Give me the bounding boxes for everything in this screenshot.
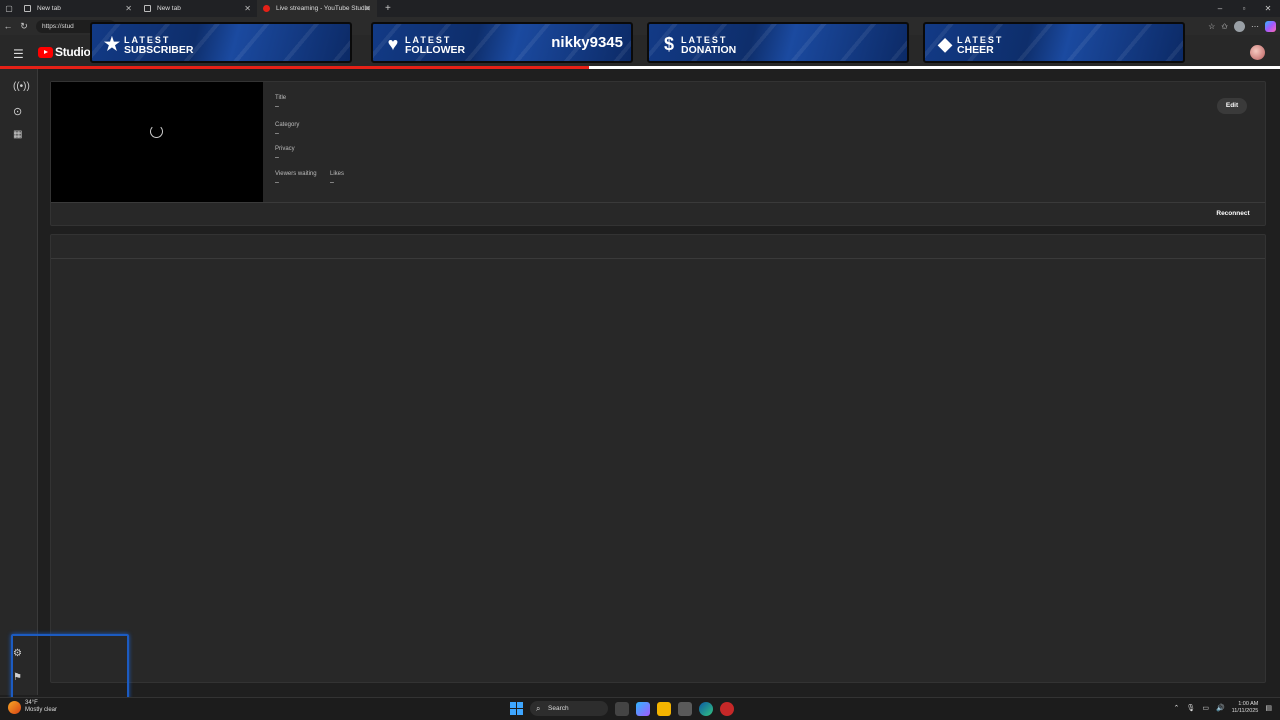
edit-button[interactable]: Edit <box>1217 98 1247 114</box>
heart-icon: ♥ <box>387 33 399 54</box>
viewers-waiting-label: Viewers waiting <box>275 171 317 177</box>
copilot-app-icon[interactable] <box>636 701 650 716</box>
tab-new-tab-2[interactable]: New tab ✕ <box>138 0 257 17</box>
tab-live-streaming[interactable]: Live streaming - YouTube Studio ✕ <box>257 0 377 17</box>
close-tab-icon[interactable]: ✕ <box>364 4 371 13</box>
likes-value: – <box>330 179 334 186</box>
account-avatar[interactable] <box>1250 45 1265 60</box>
weather-widget[interactable]: 34°F Mostly clear <box>8 700 57 714</box>
maximize-button[interactable]: ▫ <box>1232 4 1256 13</box>
live-chat-panel <box>50 234 1266 683</box>
likes-label: Likes <box>330 171 345 177</box>
notifications-icon[interactable]: ▤ <box>1265 704 1272 712</box>
weather-icon <box>8 700 21 714</box>
star-icon: ★ <box>103 33 121 54</box>
loading-progress-bar <box>0 66 1280 69</box>
settings-gear-icon[interactable]: ⚙ <box>13 648 22 659</box>
title-label: Title <box>275 95 287 101</box>
overlay-latest-subscriber: ★ LATEST SUBSCRIBER <box>90 22 352 63</box>
follower-name: nikky9345 <box>551 34 623 51</box>
viewers-waiting-value: – <box>275 179 279 186</box>
close-window-button[interactable]: ✕ <box>1256 4 1280 13</box>
calendar-icon[interactable]: ▦ <box>13 129 22 140</box>
privacy-label: Privacy <box>275 146 295 152</box>
diamond-icon: ◆ <box>938 33 952 54</box>
back-arrow-icon[interactable]: ← <box>0 21 16 31</box>
tab-label: New tab <box>37 5 61 12</box>
tab-favicon-icon <box>144 5 151 12</box>
banner-line2: CHEER <box>957 44 994 56</box>
tab-actions-icon[interactable]: ▢ <box>0 4 18 13</box>
left-nav-rail: ((•)) ⊙ ▦ <box>0 69 38 695</box>
more-menu-icon[interactable]: ⋯ <box>1251 22 1259 31</box>
banner-line2: FOLLOWER <box>405 44 466 56</box>
close-tab-icon[interactable]: ✕ <box>125 4 132 13</box>
tab-new-tab-1[interactable]: New tab ✕ <box>18 0 138 17</box>
copilot-icon[interactable] <box>1265 20 1276 32</box>
webcam-icon[interactable]: ⊙ <box>13 105 22 118</box>
weather-desc: Mostly clear <box>25 707 58 713</box>
system-tray: ⌃ 🎙 ▭ 🔊 1:00 AM 11/11/2025 ▤ <box>1174 701 1272 715</box>
reconnect-button[interactable]: Reconnect <box>1209 207 1257 221</box>
tab-label: Live streaming - YouTube Studio <box>276 5 370 12</box>
stream-preview-player[interactable] <box>51 82 263 202</box>
windows-start-icon[interactable] <box>510 702 523 715</box>
reload-icon[interactable]: ↻ <box>16 21 32 32</box>
tab-label: New tab <box>157 5 181 12</box>
browser-toolbar-right: ☆ ✩ ⋯ <box>1208 17 1276 35</box>
overlay-latest-follower: ♥ LATEST FOLLOWER nikky9345 <box>371 22 633 63</box>
card-divider <box>51 202 1265 203</box>
taskbar-center: Search <box>510 701 734 716</box>
close-tab-icon[interactable]: ✕ <box>244 4 251 13</box>
privacy-value: – <box>275 154 279 161</box>
hamburger-menu-icon[interactable]: ☰ <box>13 47 24 61</box>
profile-avatar-icon[interactable] <box>1234 20 1245 32</box>
overlay-latest-donation: $ LATEST DONATION <box>647 22 909 63</box>
clock-time: 1:00 AM <box>1238 701 1259 707</box>
tab-favicon-icon <box>24 5 31 12</box>
banner-line2: DONATION <box>681 44 737 56</box>
send-feedback-icon[interactable]: ⚑ <box>13 672 22 683</box>
clock-date: 11/11/2025 <box>1231 708 1259 714</box>
title-value: – <box>275 103 279 110</box>
clock[interactable]: 1:00 AM 11/11/2025 <box>1232 701 1259 715</box>
loading-progress-fill <box>0 66 589 69</box>
panel-header <box>51 235 1265 259</box>
category-label: Category <box>275 122 300 128</box>
task-view-icon[interactable] <box>615 701 629 716</box>
overlay-latest-cheer: ◆ LATEST CHEER <box>923 22 1185 63</box>
youtube-play-icon <box>38 46 53 58</box>
obs-icon[interactable] <box>720 701 734 716</box>
favorite-star-icon[interactable]: ☆ <box>1208 22 1215 31</box>
stream-info-card: Title – Category – Privacy – Viewers wai… <box>50 81 1266 226</box>
window-controls: – ▫ ✕ <box>1208 0 1280 17</box>
weather-temp: 34°F <box>25 700 38 706</box>
category-value: – <box>275 130 279 137</box>
edge-browser-icon[interactable] <box>699 701 713 716</box>
microphone-icon[interactable]: 🎙 <box>1186 704 1195 712</box>
chevron-up-icon[interactable]: ⌃ <box>1174 704 1180 712</box>
new-tab-button[interactable]: + <box>385 3 391 14</box>
studio-logo[interactable]: Studio <box>38 45 91 59</box>
windows-taskbar: 34°F Mostly clear Search ⌃ 🎙 ▭ 🔊 1:00 AM… <box>0 697 1280 720</box>
minimize-button[interactable]: – <box>1208 4 1232 13</box>
studio-logo-text: Studio <box>55 45 91 59</box>
volume-icon[interactable]: 🔊 <box>1216 704 1225 712</box>
network-icon[interactable]: ▭ <box>1202 704 1209 712</box>
go-live-stream-icon[interactable]: ((•)) <box>13 81 30 92</box>
store-icon[interactable] <box>678 701 692 716</box>
youtube-favicon-icon <box>263 5 270 12</box>
banner-line2: SUBSCRIBER <box>124 44 194 56</box>
file-explorer-icon[interactable] <box>657 701 671 716</box>
taskbar-search[interactable]: Search <box>530 701 608 716</box>
browser-tab-strip: ▢ New tab ✕ New tab ✕ Live streaming - Y… <box>0 0 1280 17</box>
favorites-icon[interactable]: ✩ <box>1221 22 1228 31</box>
loading-spinner-icon <box>150 125 163 138</box>
dollar-icon: $ <box>663 33 674 54</box>
webcam-overlay-frame <box>11 634 129 700</box>
